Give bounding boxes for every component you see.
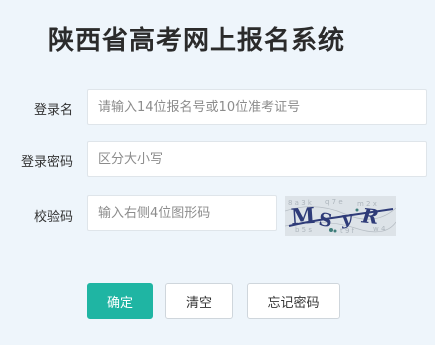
clear-button[interactable]: 清空 [165,283,233,319]
page-title: 陕西省高考网上报名系统 [48,26,346,56]
forgot-password-button[interactable]: 忘记密码 [247,283,340,319]
captcha-label: 校验码 [33,210,73,225]
captcha-image[interactable]: 8 a 3 k q 7 e m 2 x b 5 s t 9 f w 4 M S … [285,196,396,236]
captcha-char-1: M [290,203,316,231]
username-label: 登录名 [33,103,73,118]
captcha-input[interactable] [87,195,277,231]
captcha-graphic: 8 a 3 k q 7 e m 2 x b 5 s t 9 f w 4 M S … [285,196,396,236]
username-input[interactable] [87,89,427,125]
password-label: 登录密码 [20,155,73,170]
password-input[interactable] [87,141,427,177]
confirm-button[interactable]: 确定 [87,283,153,319]
svg-text:q 7 e: q 7 e [325,198,343,206]
captcha-char-4: R [360,203,380,229]
login-page: 陕西省高考网上报名系统 登录名 登录密码 校验码 8 a 3 k q 7 e m… [0,0,435,345]
